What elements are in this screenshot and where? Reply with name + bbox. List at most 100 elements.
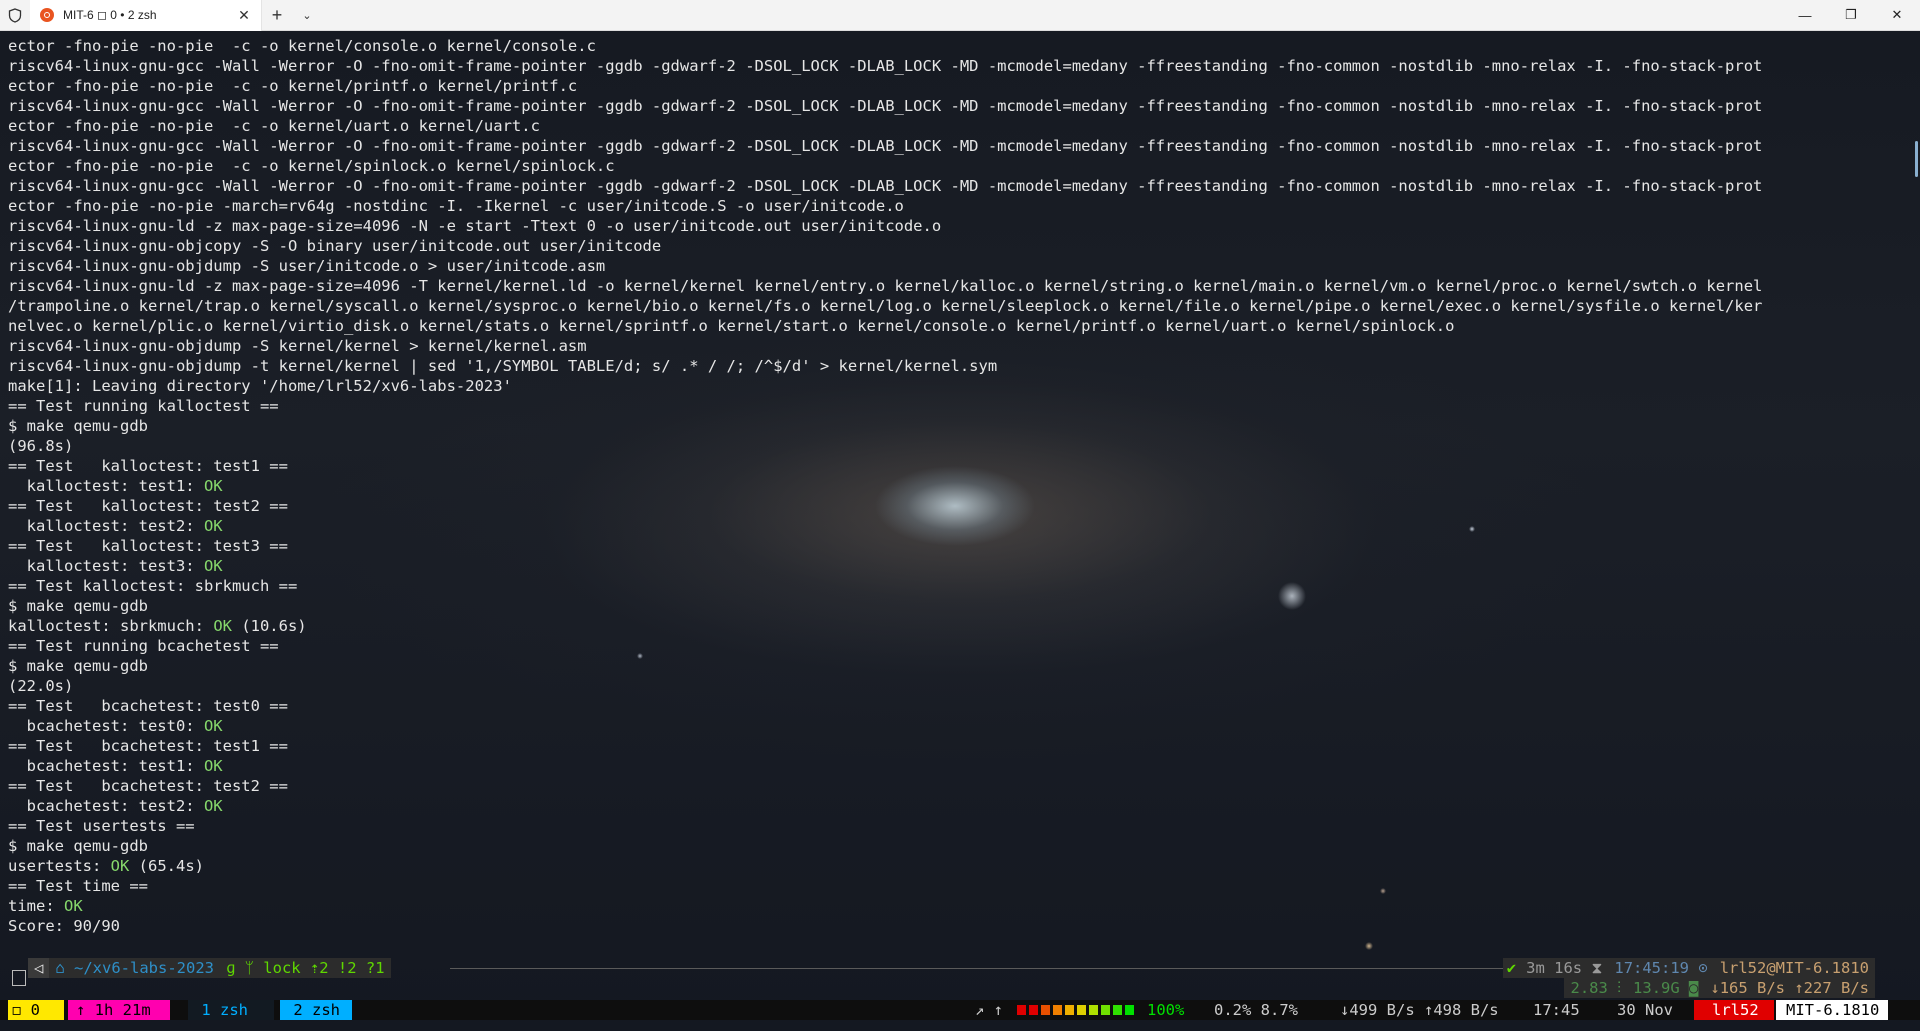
terminal-text: riscv64-linux-gnu-objdump -S user/initco… xyxy=(8,257,606,275)
terminal-line: usertests: OK (65.4s) xyxy=(8,856,1908,876)
terminal-line: $ make qemu-gdb xyxy=(8,656,1908,676)
terminal-text: bcachetest: test1: xyxy=(8,757,204,775)
window-titlebar: MIT-6 ◻ 0 • 2 zsh ✕ + ⌄ — ❐ ✕ xyxy=(0,0,1920,31)
terminal-text: kalloctest: sbrkmuch: xyxy=(8,617,214,635)
close-window-button[interactable]: ✕ xyxy=(1874,0,1920,31)
terminal-line: == Test bcachetest: test0 == xyxy=(8,696,1908,716)
tmux-window-2[interactable]: 2 zsh xyxy=(280,1000,352,1020)
terminal-text: riscv64-linux-gnu-gcc -Wall -Werror -O -… xyxy=(8,177,1763,195)
shield-icon[interactable] xyxy=(0,0,30,31)
terminal-line: bcachetest: test1: OK xyxy=(8,756,1908,776)
terminal-line: riscv64-linux-gnu-gcc -Wall -Werror -O -… xyxy=(8,136,1908,156)
scrollbar-thumb[interactable] xyxy=(1915,141,1918,177)
terminal-text: (22.0s) xyxy=(8,677,74,695)
tmux-arrows: ↗ ↑ xyxy=(975,1001,1003,1019)
terminal-text: == Test bcachetest: test0 == xyxy=(8,697,288,715)
tab-title: MIT-6 ◻ 0 • 2 zsh xyxy=(63,8,157,22)
terminal-line: time: OK xyxy=(8,896,1908,916)
terminal-line: kalloctest: sbrkmuch: OK (10.6s) xyxy=(8,616,1908,636)
terminal-line: ector -fno-pie -no-pie -march=rv64g -nos… xyxy=(8,196,1908,216)
terminal-text: ector -fno-pie -no-pie -c -o kernel/spin… xyxy=(8,157,615,175)
prompt-right-2: 2.83 ⫶ 13.9G ◙ ↓165 B/s ↑227 B/s xyxy=(1564,978,1875,998)
terminal-text: /trampoline.o kernel/trap.o kernel/sysca… xyxy=(8,297,1763,315)
tmux-uptime: ↑ 1h 21m xyxy=(68,1000,170,1020)
terminal-line: bcachetest: test2: OK xyxy=(8,796,1908,816)
terminal-text: kalloctest: test1: xyxy=(8,477,204,495)
terminal-line: Score: 90/90 xyxy=(8,916,1908,936)
terminal-line: (96.8s) xyxy=(8,436,1908,456)
terminal-line: riscv64-linux-gnu-objcopy -S -O binary u… xyxy=(8,236,1908,256)
terminal-line: ector -fno-pie -no-pie -c -o kernel/cons… xyxy=(8,36,1908,56)
battery-percent: 100% xyxy=(1147,1001,1185,1019)
prompt-line-2: 2.83 ⫶ 13.9G ◙ ↓165 B/s ↑227 B/s xyxy=(0,978,1920,998)
terminal-text: == Test kalloctest: test3 == xyxy=(8,537,288,555)
tmux-session[interactable]: ◻ 0 xyxy=(8,1000,64,1020)
ram-usage: 13.9G ◙ xyxy=(1633,979,1699,997)
terminal-line: == Test kalloctest: test2 == xyxy=(8,496,1908,516)
net-speed: ↓165 B/s ↑227 B/s xyxy=(1710,979,1869,997)
terminal-line: riscv64-linux-gnu-ld -z max-page-size=40… xyxy=(8,276,1908,296)
terminal-output: ector -fno-pie -no-pie -c -o kernel/cons… xyxy=(8,36,1908,936)
terminal-line: riscv64-linux-gnu-objdump -S user/initco… xyxy=(8,256,1908,276)
terminal-line: ector -fno-pie -no-pie -c -o kernel/prin… xyxy=(8,76,1908,96)
tmux-clock: 17:45 xyxy=(1533,1001,1580,1019)
ok-status-text: OK xyxy=(110,857,130,875)
terminal-line: == Test bcachetest: test2 == xyxy=(8,776,1908,796)
terminal-text: == Test kalloctest: sbrkmuch == xyxy=(8,577,298,595)
terminal-text: ector -fno-pie -no-pie -c -o kernel/prin… xyxy=(8,77,578,95)
terminal-line: ector -fno-pie -no-pie -c -o kernel/uart… xyxy=(8,116,1908,136)
status-ok-icon: ✔ xyxy=(1506,959,1517,977)
terminal-text: ector -fno-pie -no-pie -c -o kernel/cons… xyxy=(8,37,596,55)
terminal-line: bcachetest: test0: OK xyxy=(8,716,1908,736)
terminal-line: == Test running bcachetest == xyxy=(8,636,1908,656)
prompt-git-status: ɡ ᛘ lock ⇡2 !2 ?1 xyxy=(225,959,385,977)
terminal-line: $ make qemu-gdb xyxy=(8,836,1908,856)
ok-status-text: OK xyxy=(203,517,223,535)
terminal-text: == Test usertests == xyxy=(8,817,195,835)
tmux-host: MIT-6.1810 xyxy=(1776,1000,1888,1020)
terminal-text: $ make qemu-gdb xyxy=(8,597,148,615)
terminal-tab[interactable]: MIT-6 ◻ 0 • 2 zsh ✕ xyxy=(30,0,262,31)
terminal-line: nelvec.o kernel/plic.o kernel/virtio_dis… xyxy=(8,316,1908,336)
terminal-text: == Test bcachetest: test1 == xyxy=(8,737,288,755)
terminal-text: $ make qemu-gdb xyxy=(8,657,148,675)
battery-gauge xyxy=(1017,1000,1137,1020)
terminal-line: make[1]: Leaving directory '/home/lrl52/… xyxy=(8,376,1908,396)
terminal-text: ector -fno-pie -no-pie -c -o kernel/uart… xyxy=(8,117,540,135)
ok-status-text: OK xyxy=(64,897,83,915)
minimize-button[interactable]: — xyxy=(1782,0,1828,31)
tmux-window-1[interactable]: 1 zsh xyxy=(188,1000,274,1020)
terminal-line: riscv64-linux-gnu-ld -z max-page-size=40… xyxy=(8,216,1908,236)
prompt-dir: ⌂ ~/xv6-labs-2023 xyxy=(55,959,214,977)
terminal-line: == Test kalloctest: sbrkmuch == xyxy=(8,576,1908,596)
terminal-text: riscv64-linux-gnu-objdump -t kernel/kern… xyxy=(8,357,998,375)
prompt-context: lrl52@MIT-6.1810 xyxy=(1719,959,1869,977)
terminal-text: $ make qemu-gdb xyxy=(8,417,148,435)
terminal-text: riscv64-linux-gnu-gcc -Wall -Werror -O -… xyxy=(8,97,1763,115)
load-average: 2.83 ⫶ xyxy=(1570,979,1622,997)
terminal-line: == Test bcachetest: test1 == xyxy=(8,736,1908,756)
terminal-line: $ make qemu-gdb xyxy=(8,416,1908,436)
ok-status-text: OK xyxy=(203,717,223,735)
terminal-line: == Test kalloctest: test1 == xyxy=(8,456,1908,476)
tmux-user: lrl52 xyxy=(1694,1000,1774,1020)
new-tab-button[interactable]: + xyxy=(262,0,292,31)
chevron-down-icon[interactable]: ⌄ xyxy=(292,0,322,31)
ok-status-text: OK xyxy=(213,617,232,635)
scrollbar[interactable] xyxy=(1912,31,1920,1031)
terminal-line: riscv64-linux-gnu-gcc -Wall -Werror -O -… xyxy=(8,56,1908,76)
terminal-text: (96.8s) xyxy=(8,437,74,455)
terminal-text: == Test time == xyxy=(8,877,148,895)
maximize-button[interactable]: ❐ xyxy=(1828,0,1874,31)
terminal-text: (10.6s) xyxy=(231,617,307,635)
command-duration: 3m 16s ⧗ xyxy=(1526,959,1603,977)
prompt-line: ◁ ⌂ ~/xv6-labs-2023 ɡ ᛘ lock ⇡2 !2 ?1 ✔ … xyxy=(0,958,1920,978)
close-tab-icon[interactable]: ✕ xyxy=(233,4,255,26)
terminal-text: kalloctest: test3: xyxy=(8,557,204,575)
terminal-pane[interactable]: ector -fno-pie -no-pie -c -o kernel/cons… xyxy=(0,31,1920,1031)
terminal-line: (22.0s) xyxy=(8,676,1908,696)
terminal-text: $ make qemu-gdb xyxy=(8,837,148,855)
prompt-time: 17:45:19 ⊙ xyxy=(1614,959,1708,977)
terminal-text: == Test kalloctest: test1 == xyxy=(8,457,288,475)
terminal-text: (65.4s) xyxy=(129,857,204,875)
